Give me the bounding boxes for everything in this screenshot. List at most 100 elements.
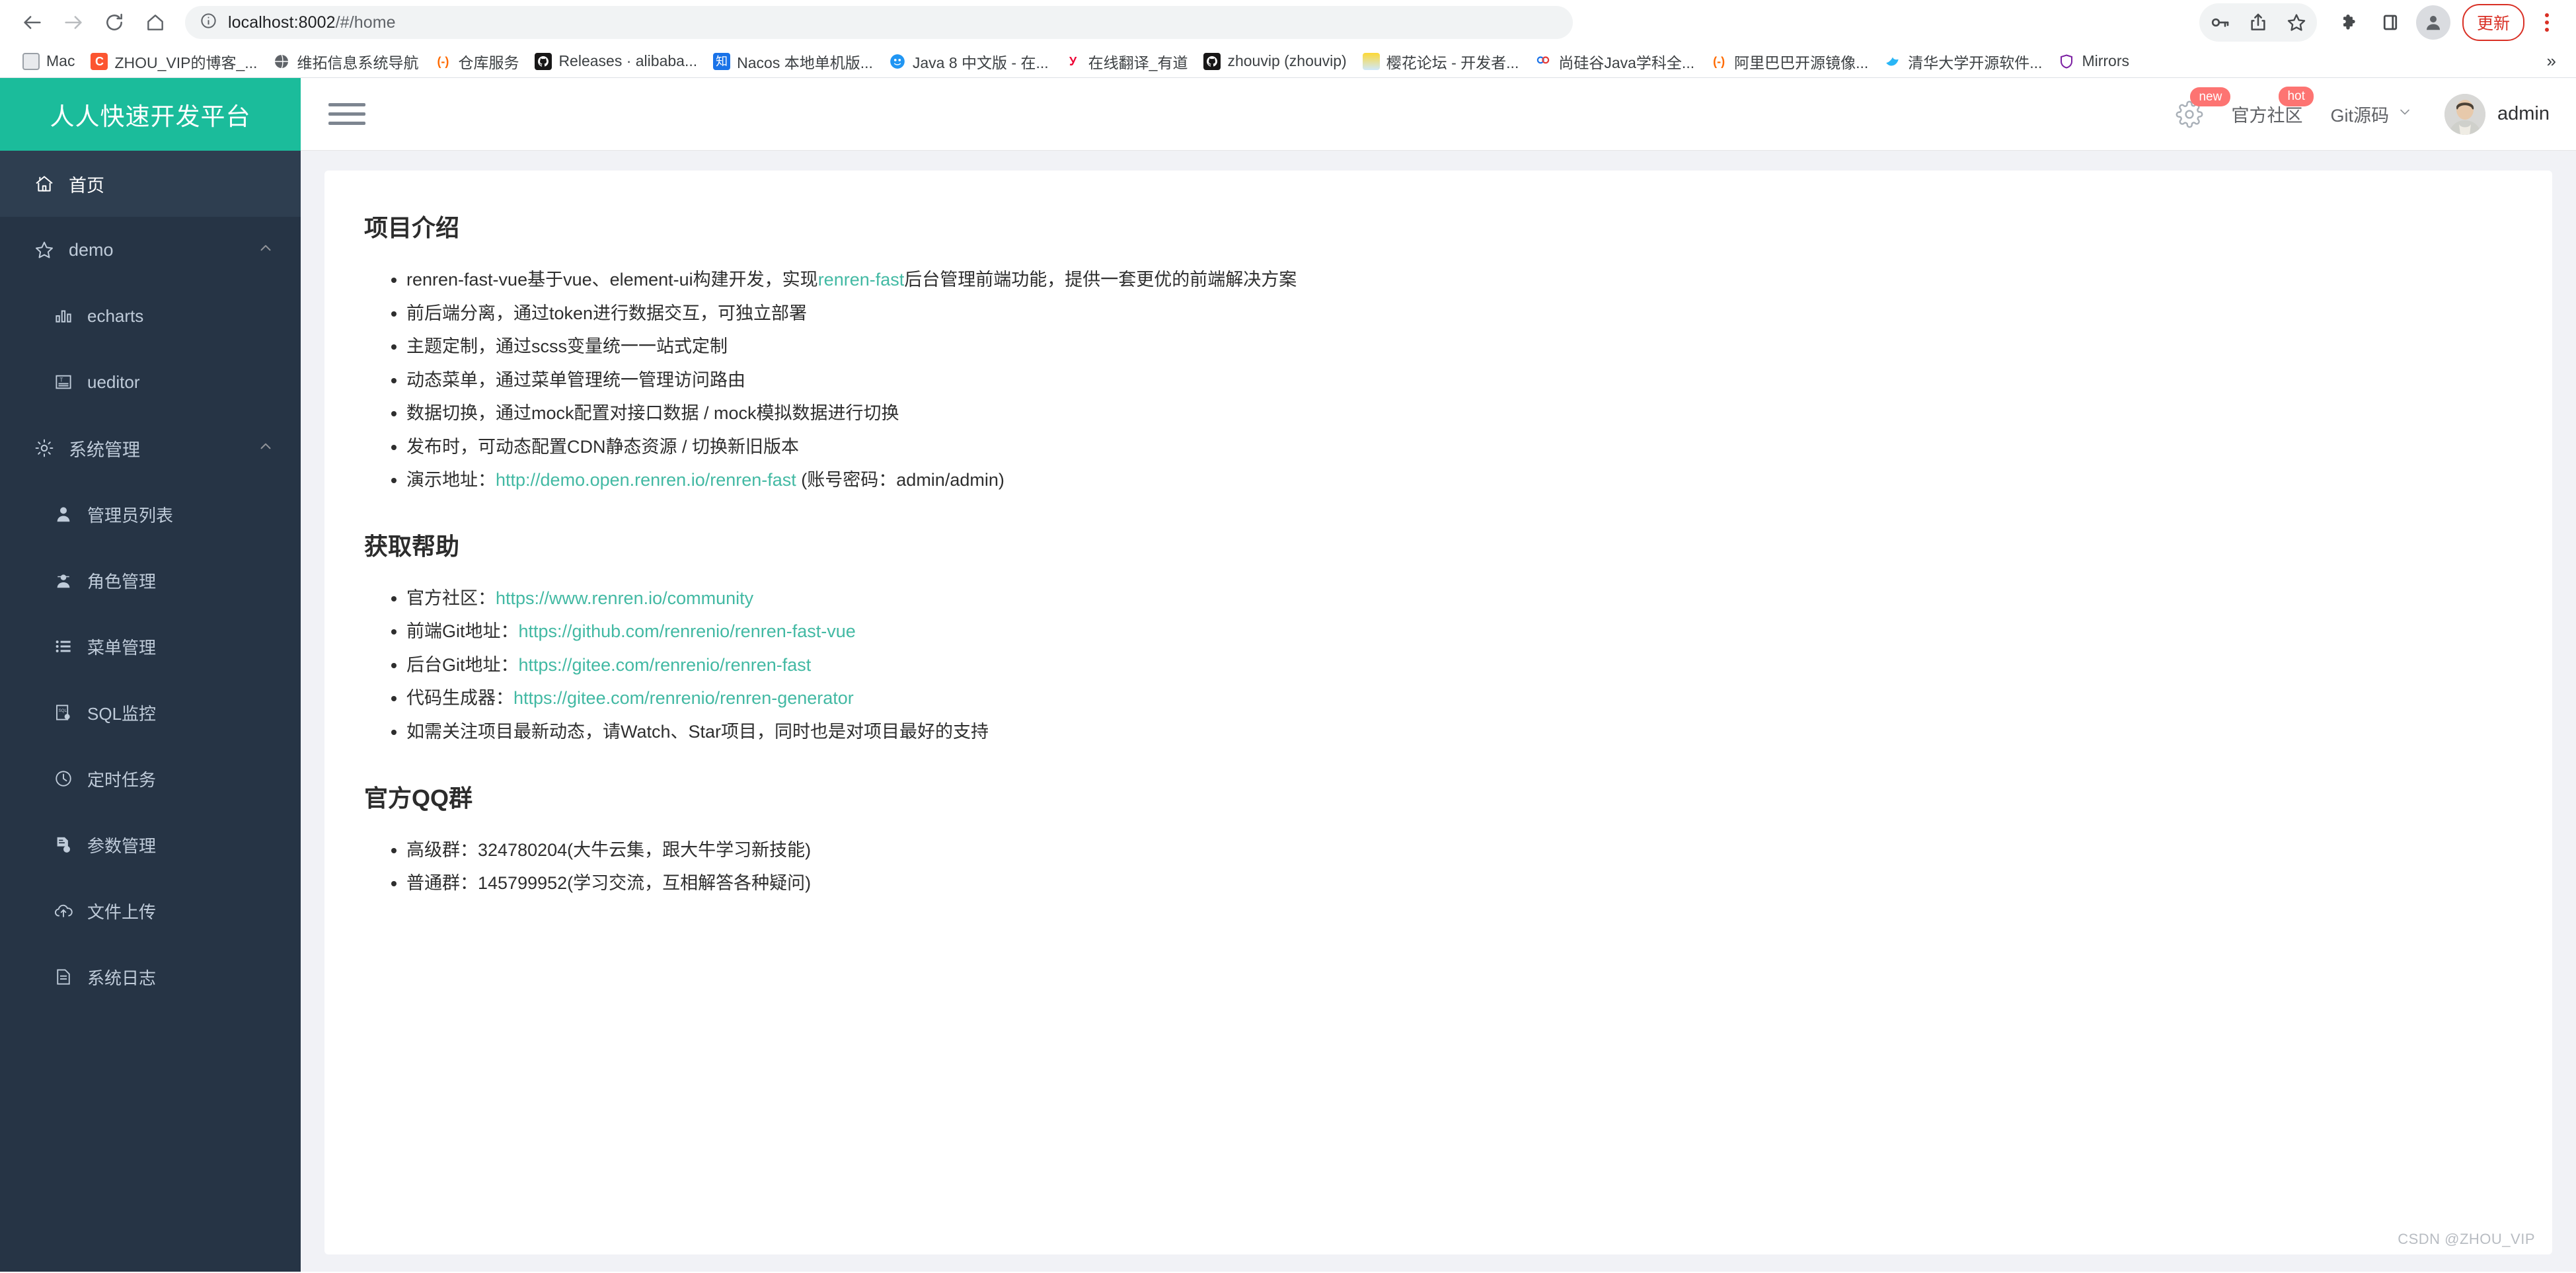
community-link[interactable]: 官方社区 hot bbox=[2231, 87, 2314, 127]
svg-text:SQL: SQL bbox=[59, 709, 67, 713]
list-item: 发布时，可动态配置CDN静态资源 / 切换新旧版本 bbox=[406, 430, 2513, 464]
demo-url-link[interactable]: http://demo.open.renren.io/renren-fast bbox=[496, 470, 796, 490]
sidebar-menu: 首页 demo echarts T ueditor 系统管理 管理员列表 角色管… bbox=[0, 151, 301, 1272]
text-editor-icon: T bbox=[53, 371, 74, 393]
bookmark-label: 樱花论坛 - 开发者... bbox=[1386, 54, 1519, 71]
bookmark-label: Mac bbox=[46, 52, 75, 69]
forward-arrow-icon[interactable] bbox=[53, 2, 94, 43]
bookmark-item[interactable]: zhouvip (zhouvip) bbox=[1195, 49, 1354, 73]
git-source-dropdown[interactable]: Git源码 bbox=[2330, 101, 2413, 127]
sidebar-item-parameter-management[interactable]: 参数管理 bbox=[0, 812, 301, 878]
sidebar-item-home[interactable]: 首页 bbox=[0, 151, 301, 217]
profile-icon[interactable] bbox=[2415, 5, 2450, 40]
frontend-git-link[interactable]: https://github.com/renrenio/renren-fast-… bbox=[519, 621, 856, 641]
bookmark-label: Nacos 本地单机版... bbox=[737, 54, 873, 71]
sidebar-item-file-upload[interactable]: 文件上传 bbox=[0, 878, 301, 944]
sidebar-item-label: 菜单管理 bbox=[87, 637, 157, 658]
vertical-scrollbar[interactable] bbox=[2567, 151, 2576, 1272]
sidepanel-icon[interactable] bbox=[2371, 3, 2409, 42]
bookmark-item[interactable]: 知 Nacos 本地单机版... bbox=[705, 47, 881, 76]
bookmark-item[interactable]: C ZHOU_VIP的博客_... bbox=[83, 47, 265, 76]
clock-icon bbox=[53, 768, 74, 789]
extensions-icon[interactable] bbox=[2330, 3, 2368, 42]
info-circle-icon[interactable] bbox=[200, 12, 217, 33]
zhihu-icon: 知 bbox=[713, 52, 731, 70]
intro-text-b: 后台管理前端功能，提供一套更优的前端解决方案 bbox=[904, 270, 1297, 289]
star-icon[interactable] bbox=[2277, 3, 2316, 42]
bookmark-label: Mirrors bbox=[2082, 52, 2129, 69]
theme-settings-button[interactable]: new bbox=[2176, 87, 2231, 128]
kebab-menu-icon[interactable] bbox=[2530, 3, 2564, 42]
bookmark-item[interactable]: У 在线翻译_有道 bbox=[1057, 47, 1196, 76]
hamburger-icon[interactable] bbox=[328, 96, 365, 133]
sidebar-item-sql-monitor[interactable]: SQL SQL监控 bbox=[0, 679, 301, 746]
address-bar[interactable]: localhost:8002/#/home bbox=[185, 6, 1573, 39]
new-badge: new bbox=[2190, 87, 2231, 107]
bookmark-item[interactable]: 维拓信息系统导航 bbox=[265, 47, 426, 76]
bar-chart-icon bbox=[53, 305, 74, 327]
reload-icon[interactable] bbox=[94, 2, 135, 43]
sidebar-item-label: 角色管理 bbox=[87, 571, 157, 592]
bookmark-item[interactable]: Releases · alibaba... bbox=[527, 49, 705, 73]
key-icon[interactable] bbox=[2201, 3, 2239, 42]
community-url-link[interactable]: https://www.renren.io/community bbox=[496, 588, 753, 608]
renren-fast-link[interactable]: renren-fast bbox=[818, 270, 905, 289]
generator-link[interactable]: https://gitee.com/renrenio/renren-genera… bbox=[513, 688, 854, 708]
bookmark-item[interactable]: (-) 仓库服务 bbox=[426, 47, 527, 76]
bookmarks-bar: Mac C ZHOU_VIP的博客_... 维拓信息系统导航 (-) 仓库服务 … bbox=[0, 45, 2576, 78]
main-column: new 官方社区 hot Git源码 admin 项目介绍 • renren-f… bbox=[301, 78, 2576, 1272]
sidebar-item-label: demo bbox=[69, 239, 114, 260]
user-menu[interactable]: admin bbox=[2444, 93, 2550, 135]
sidebar-item-ueditor[interactable]: T ueditor bbox=[0, 349, 301, 415]
qq-list: 高级群：324780204(大牛云集，跟大牛学习新技能) 普通群：1457999… bbox=[364, 833, 2513, 900]
folder-icon bbox=[22, 52, 40, 70]
list-icon bbox=[53, 636, 74, 657]
sidebar-item-label: 系统日志 bbox=[87, 968, 157, 988]
sidebar-item-admin-list[interactable]: 管理员列表 bbox=[0, 481, 301, 547]
app-topbar: new 官方社区 hot Git源码 admin bbox=[301, 78, 2576, 151]
chevron-down-icon[interactable] bbox=[2397, 104, 2413, 124]
sidebar-item-scheduled-task[interactable]: 定时任务 bbox=[0, 746, 301, 812]
bookmark-item[interactable]: Mirrors bbox=[2050, 49, 2137, 73]
avatar bbox=[2444, 93, 2485, 135]
atguigu-icon bbox=[1534, 53, 1552, 70]
sidebar-item-role-management[interactable]: 角色管理 bbox=[0, 547, 301, 613]
home-card: 项目介绍 renren-fast-vue基于vue、element-ui构建开发… bbox=[324, 171, 2552, 1254]
backend-git-link[interactable]: https://gitee.com/renrenio/renren-fast bbox=[519, 655, 812, 675]
bookmark-item[interactable]: 清华大学开源软件... bbox=[1876, 47, 2050, 76]
sidebar-item-demo[interactable]: demo bbox=[0, 217, 301, 283]
list-item: 前后端分离，通过token进行数据交互，可独立部署 bbox=[406, 297, 2513, 330]
bookmark-item[interactable]: 尚硅谷Java学科全... bbox=[1527, 47, 1702, 76]
community-url-label: 官方社区： bbox=[406, 588, 496, 608]
gear-icon bbox=[33, 437, 56, 459]
user-name: admin bbox=[2497, 103, 2550, 124]
chevron-up-icon[interactable] bbox=[257, 438, 274, 459]
home-icon[interactable] bbox=[135, 2, 176, 43]
list-item: 高级群：324780204(大牛云集，跟大牛学习新技能) bbox=[406, 833, 2513, 867]
app-logo[interactable]: 人人快速开发平台 bbox=[0, 78, 301, 151]
sidebar-item-label: 管理员列表 bbox=[87, 505, 174, 525]
bookmark-label: 清华大学开源软件... bbox=[1908, 54, 2043, 71]
back-arrow-icon[interactable] bbox=[12, 2, 53, 43]
user-icon bbox=[53, 504, 74, 525]
bookmarks-overflow-button[interactable]: » bbox=[2547, 51, 2561, 71]
bookmark-label: zhouvip (zhouvip) bbox=[1227, 52, 1347, 69]
sidebar-item-system-log[interactable]: 系统日志 bbox=[0, 944, 301, 1010]
list-item: 主题定制，通过scss变量统一一站式定制 bbox=[406, 330, 2513, 364]
demo-credentials: (账号密码：admin/admin) bbox=[801, 470, 1004, 490]
bookmark-item[interactable]: Mac bbox=[15, 49, 83, 73]
tuna-icon bbox=[1884, 53, 1901, 70]
sidebar-item-system-management[interactable]: 系统管理 bbox=[0, 415, 301, 481]
list-item: 后台Git地址：https://gitee.com/renrenio/renre… bbox=[406, 648, 2513, 682]
sidebar-item-menu-management[interactable]: 菜单管理 bbox=[0, 613, 301, 679]
update-button[interactable]: 更新 bbox=[2462, 4, 2524, 41]
sidebar-item-echarts[interactable]: echarts bbox=[0, 283, 301, 349]
github-icon bbox=[1203, 52, 1221, 70]
sidebar-item-label: 文件上传 bbox=[87, 902, 157, 922]
sidebar-item-label: 首页 bbox=[69, 175, 104, 196]
bookmark-item[interactable]: Java 8 中文版 - 在... bbox=[881, 47, 1057, 76]
share-icon[interactable] bbox=[2239, 3, 2277, 42]
chevron-up-icon[interactable] bbox=[257, 239, 274, 260]
bookmark-item[interactable]: (-) 阿里巴巴开源镜像... bbox=[1702, 47, 1876, 76]
bookmark-item[interactable]: 樱花论坛 - 开发者... bbox=[1355, 47, 1527, 76]
